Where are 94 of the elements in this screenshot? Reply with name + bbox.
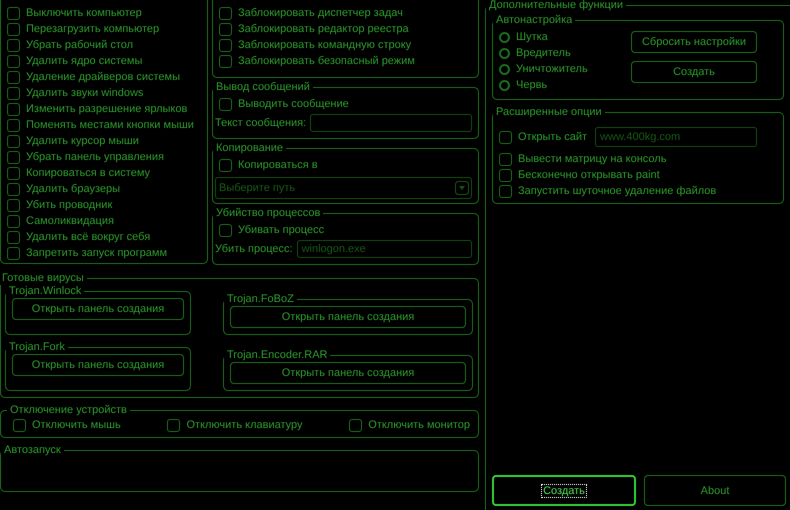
field-label: Текст сообщения: xyxy=(215,117,306,129)
checkbox-option[interactable]: Отключить клавиатуру xyxy=(167,417,302,433)
checkbox-option[interactable]: Удаление драйверов системы xyxy=(7,69,201,85)
checkbox-option[interactable]: Удалить ядро системы xyxy=(7,53,201,69)
checkbox-option[interactable]: Заблокировать редактор реестра xyxy=(219,21,472,37)
checkbox-option[interactable]: Убрать панель управления xyxy=(7,149,201,165)
checkbox-option[interactable]: Убивать процесс xyxy=(219,222,472,238)
checkbox-box[interactable] xyxy=(7,230,20,244)
group-title: Trojan.Fork xyxy=(8,341,66,354)
group-title: Trojan.Winlock xyxy=(8,285,82,298)
action-button[interactable]: About xyxy=(644,475,786,506)
checkbox-box[interactable] xyxy=(349,418,362,432)
open-panel-button[interactable]: Открыть панель создания xyxy=(12,298,184,320)
checkbox-box[interactable] xyxy=(499,184,512,198)
checkbox-box[interactable] xyxy=(219,158,232,172)
checkbox-option[interactable]: Поменять местами кнопки мыши xyxy=(7,117,201,133)
checkbox-box[interactable] xyxy=(13,418,26,432)
group-title: Готовые вирусы xyxy=(1,272,85,285)
checkbox-option[interactable]: Вывести матрицу на консоль xyxy=(499,151,777,167)
radio-circle[interactable] xyxy=(499,32,510,42)
checkbox-box[interactable] xyxy=(7,38,20,52)
checkbox-option[interactable]: Удалить браузеры xyxy=(7,181,201,197)
checkbox-option[interactable]: Отключить монитор xyxy=(349,417,470,433)
checkbox-box[interactable] xyxy=(219,224,232,236)
group-title: Отключение устройств xyxy=(9,404,128,417)
checkbox-option[interactable]: Отключить мышь xyxy=(13,417,121,433)
checkbox-box[interactable] xyxy=(219,22,232,36)
checkbox-box[interactable] xyxy=(7,246,20,260)
action-button[interactable]: Создать xyxy=(492,475,636,506)
radio-option[interactable]: Уничтожитель xyxy=(499,61,588,77)
group-title: Дополнительные функции xyxy=(488,0,624,12)
group-title: Trojan.Encoder.RAR xyxy=(226,349,328,362)
radio-circle[interactable] xyxy=(499,64,510,74)
checkbox-option[interactable]: Перезагрузить компьютер xyxy=(7,21,201,37)
checkbox-option[interactable]: Изменить разрешение ярлыков xyxy=(7,101,201,117)
checkbox-box[interactable] xyxy=(219,54,232,68)
radio-circle[interactable] xyxy=(499,80,510,90)
checkbox-option[interactable]: Удалить звуки windows xyxy=(7,85,201,101)
checkbox-option[interactable]: Заблокировать диспетчер задач xyxy=(219,5,472,21)
checkbox-box[interactable] xyxy=(7,150,20,164)
checkbox-option[interactable]: Выводить сообщение xyxy=(219,96,472,112)
group-title: Расширенные опции xyxy=(495,106,603,119)
group-title: Вывод сообщений xyxy=(215,81,311,94)
checkbox-box[interactable] xyxy=(219,6,232,20)
checkbox-box[interactable] xyxy=(219,98,232,110)
action-button[interactable]: Создать xyxy=(631,61,757,83)
radio-option[interactable]: Шутка xyxy=(499,29,588,45)
checkbox-box[interactable] xyxy=(219,38,232,52)
checkbox-box[interactable] xyxy=(499,152,512,166)
checkbox-box[interactable] xyxy=(7,6,20,20)
field-label: Убить процесс: xyxy=(215,243,293,255)
group-title: Автозапуск xyxy=(3,444,62,457)
checkbox-option[interactable]: Заблокировать безопасный режим xyxy=(219,53,472,69)
checkbox-option[interactable]: Бесконечно открывать paint xyxy=(499,167,777,183)
site-field[interactable]: www.400kg.com xyxy=(595,127,757,147)
checkbox-option[interactable]: Убрать рабочий стол xyxy=(7,37,201,53)
checkbox-option[interactable]: Открыть сайт xyxy=(499,129,588,145)
checkbox-option[interactable]: Заблокировать командную строку xyxy=(219,37,472,53)
group-title: Trojan.FoBoZ xyxy=(226,293,295,306)
checkbox-option[interactable]: Удалить всё вокруг себя xyxy=(7,229,201,245)
open-panel-button[interactable]: Открыть панель создания xyxy=(230,362,466,384)
checkbox-box[interactable] xyxy=(499,168,512,182)
checkbox-box[interactable] xyxy=(7,214,20,228)
checkbox-box[interactable] xyxy=(7,102,20,116)
radio-option[interactable]: Червь xyxy=(499,77,588,93)
radio-circle[interactable] xyxy=(499,48,510,58)
group-title: Копирование xyxy=(215,142,284,155)
action-button[interactable]: Сбросить настройки xyxy=(631,31,757,53)
checkbox-option[interactable]: Копироваться в xyxy=(219,157,472,173)
group-title: Автонастройка xyxy=(495,14,574,27)
message-field[interactable] xyxy=(310,114,472,132)
checkbox-option[interactable]: Выключить компьютер xyxy=(7,5,201,21)
checkbox-box[interactable] xyxy=(7,70,20,84)
group-title: Убийство процессов xyxy=(215,207,322,220)
checkbox-box[interactable] xyxy=(499,130,512,144)
checkbox-box[interactable] xyxy=(7,22,20,36)
open-panel-button[interactable]: Открыть панель создания xyxy=(230,306,466,328)
open-panel-button[interactable]: Открыть панель создания xyxy=(12,354,184,376)
checkbox-box[interactable] xyxy=(7,86,20,100)
checkbox-box[interactable] xyxy=(7,134,20,148)
checkbox-box[interactable] xyxy=(7,118,20,132)
process-field[interactable]: winlogon.exe xyxy=(296,240,472,258)
checkbox-option[interactable]: Запретить запуск программ xyxy=(7,245,201,261)
checkbox-option[interactable]: Запустить шуточное удаление файлов xyxy=(499,183,777,199)
checkbox-box[interactable] xyxy=(7,182,20,196)
checkbox-option[interactable]: Убить проводник xyxy=(7,197,201,213)
checkbox-option[interactable]: Удалить курсор мыши xyxy=(7,133,201,149)
checkbox-option[interactable]: Самоликвидация xyxy=(7,213,201,229)
checkbox-box[interactable] xyxy=(7,198,20,212)
checkbox-box[interactable] xyxy=(7,166,20,180)
radio-option[interactable]: Вредитель xyxy=(499,45,588,61)
checkbox-box[interactable] xyxy=(167,418,180,432)
checkbox-option[interactable]: Копироваться в систему xyxy=(7,165,201,181)
checkbox-box[interactable] xyxy=(7,54,20,68)
